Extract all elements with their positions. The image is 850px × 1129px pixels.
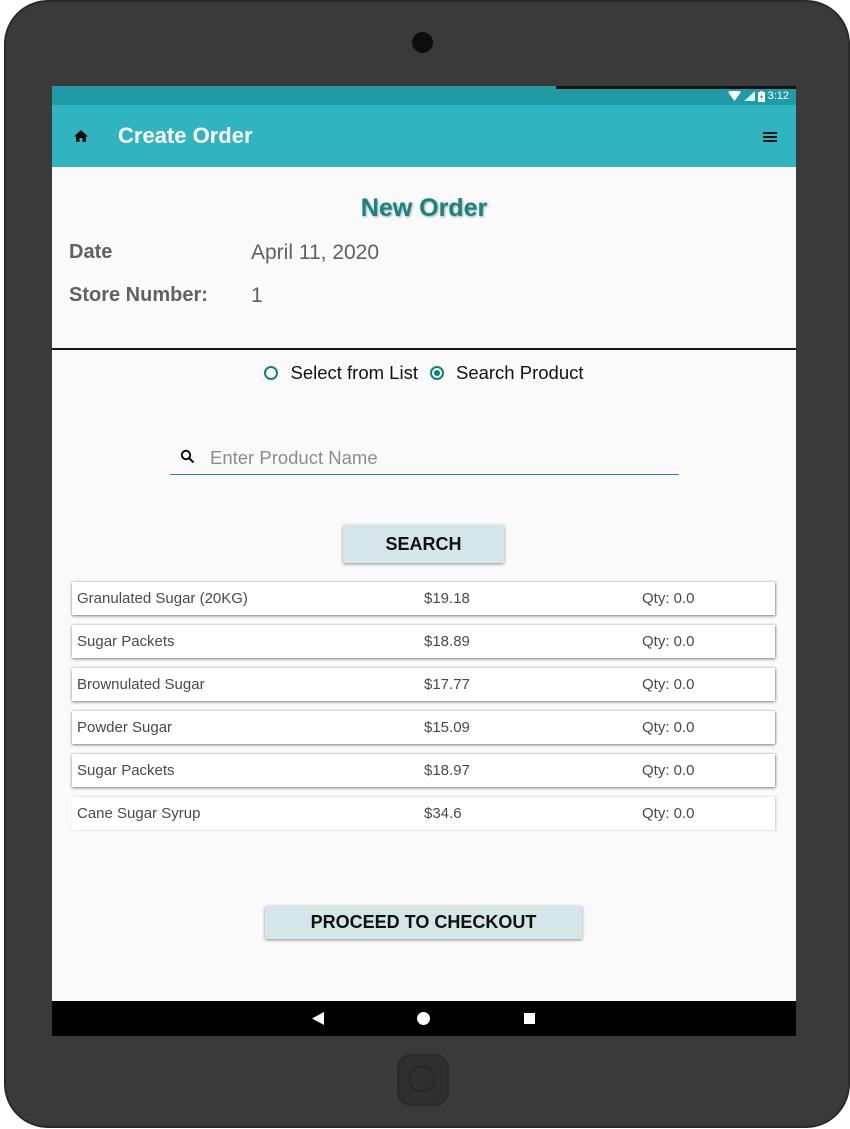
proceed-to-checkout-button[interactable]: PROCEED TO CHECKOUT bbox=[265, 906, 582, 939]
product-price: $17.77 bbox=[424, 676, 470, 693]
product-qty: Qty: 0.0 bbox=[642, 719, 695, 736]
product-mode-selector: Select from List Search Product bbox=[52, 362, 796, 384]
search-input[interactable] bbox=[210, 444, 670, 472]
product-name: Brownulated Sugar bbox=[77, 676, 205, 693]
signal-icon bbox=[743, 91, 755, 101]
product-row[interactable]: Sugar Packets $18.89 Qty: 0.0 bbox=[72, 625, 775, 658]
radio-select-from-list[interactable] bbox=[264, 366, 279, 380]
search-button[interactable]: SEARCH bbox=[343, 525, 504, 563]
product-price: $19.18 bbox=[424, 590, 470, 607]
product-row[interactable]: Sugar Packets $18.97 Qty: 0.0 bbox=[72, 754, 775, 787]
app-screen: 3:12 Create Order New Order Date April 1… bbox=[52, 86, 796, 1036]
search-field bbox=[170, 444, 679, 475]
nav-home-circle-icon[interactable] bbox=[417, 1012, 430, 1025]
product-name: Powder Sugar bbox=[77, 719, 173, 736]
app-bar: Create Order bbox=[52, 105, 796, 167]
product-price: $15.09 bbox=[424, 719, 470, 736]
radio-search-product[interactable] bbox=[429, 366, 444, 380]
hardware-home-ring-icon bbox=[409, 1066, 435, 1092]
search-icon bbox=[180, 449, 195, 464]
system-nav-bar bbox=[52, 1001, 796, 1036]
nav-recent-square-icon[interactable] bbox=[524, 1013, 535, 1024]
product-list: Granulated Sugar (20KG) $19.18 Qty: 0.0 Sug… bbox=[72, 582, 775, 840]
menu-icon[interactable] bbox=[763, 131, 777, 142]
product-row[interactable]: Granulated Sugar (20KG) $19.18 Qty: 0.0 bbox=[72, 582, 775, 615]
product-price: $18.97 bbox=[424, 762, 470, 779]
status-time: 3:12 bbox=[767, 90, 789, 102]
wifi-icon bbox=[727, 91, 741, 101]
product-name: Sugar Packets bbox=[77, 762, 175, 779]
camera-icon bbox=[412, 32, 433, 53]
page-title: New Order bbox=[360, 194, 488, 222]
store-number-value: 1 bbox=[251, 284, 263, 307]
product-name: Granulated Sugar (20KG) bbox=[77, 590, 248, 607]
order-header: New Order Date April 11, 2020 Store Numb… bbox=[52, 167, 796, 350]
product-row[interactable]: Cane Sugar Syrup $34.6 Qty: 0.0 bbox=[72, 797, 775, 830]
store-number-label: Store Number: bbox=[69, 284, 208, 306]
product-qty: Qty: 0.0 bbox=[642, 805, 695, 822]
back-icon[interactable] bbox=[312, 1012, 324, 1025]
date-label: Date bbox=[69, 241, 113, 263]
status-bar-edge bbox=[556, 86, 796, 89]
product-qty: Qty: 0.0 bbox=[642, 590, 695, 607]
status-icons: 3:12 bbox=[727, 90, 789, 102]
radio-select-from-list-label[interactable]: Select from List bbox=[290, 362, 418, 384]
product-row[interactable]: Powder Sugar $15.09 Qty: 0.0 bbox=[72, 711, 775, 744]
product-qty: Qty: 0.0 bbox=[642, 762, 695, 779]
product-name: Cane Sugar Syrup bbox=[77, 805, 201, 822]
product-qty: Qty: 0.0 bbox=[642, 633, 695, 650]
home-icon[interactable] bbox=[72, 127, 90, 145]
app-title: Create Order bbox=[118, 123, 253, 148]
date-value: April 11, 2020 bbox=[251, 241, 380, 264]
product-row[interactable]: Brownulated Sugar $17.77 Qty: 0.0 bbox=[72, 668, 775, 701]
product-name: Sugar Packets bbox=[77, 633, 175, 650]
radio-search-product-label[interactable]: Search Product bbox=[456, 362, 584, 384]
product-price: $34.6 bbox=[424, 805, 462, 822]
product-price: $18.89 bbox=[424, 633, 470, 650]
status-bar: 3:12 bbox=[52, 86, 796, 105]
product-qty: Qty: 0.0 bbox=[642, 676, 695, 693]
battery-icon bbox=[757, 90, 765, 102]
